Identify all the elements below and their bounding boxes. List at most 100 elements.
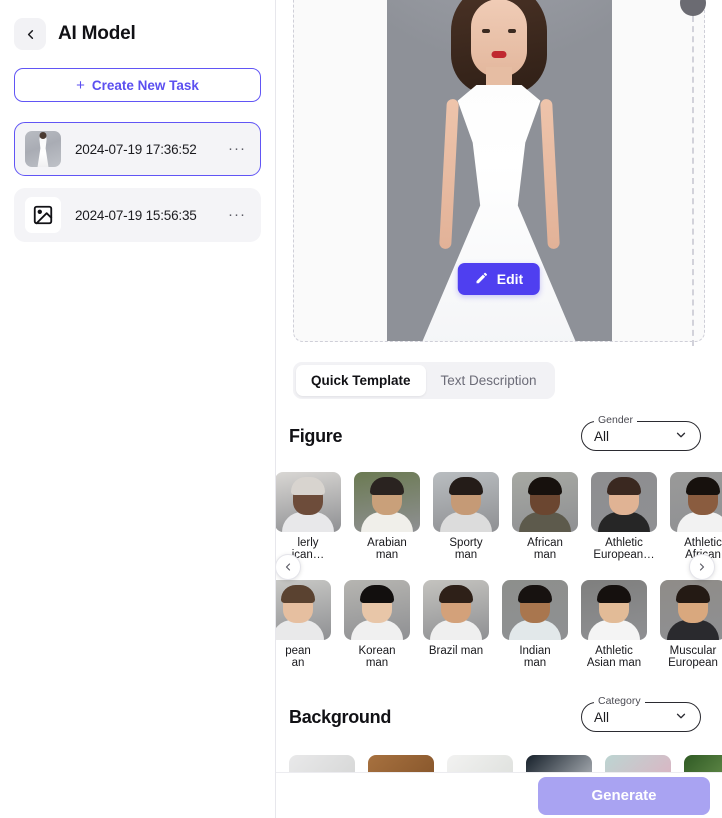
- figure-card-image: [581, 579, 647, 640]
- preview-eye-left: [482, 29, 490, 33]
- figure-card-image: [502, 579, 568, 640]
- figure-card-label: Athletic European…: [591, 537, 657, 562]
- background-card-image: [684, 755, 722, 772]
- task-list-item-1[interactable]: 2024-07-19 15:56:35 ···: [14, 188, 261, 242]
- tab-quick-template[interactable]: Quick Template: [296, 365, 426, 396]
- chevron-left-icon: [23, 27, 38, 42]
- main-scroll-area: Edit Quick Template Text Description Fig…: [276, 0, 722, 772]
- figure-card[interactable]: AthleticAfrican: [670, 472, 722, 562]
- figure-card-label-line2: man: [375, 549, 399, 562]
- generate-button[interactable]: Generate: [538, 776, 710, 815]
- figure-card-label-line2: European: [668, 657, 718, 670]
- figure-card-label-line2: Asian man: [586, 657, 642, 670]
- figure-card-image: [423, 579, 489, 640]
- figure-card[interactable]: Brazil man: [423, 579, 489, 670]
- figure-card-image: [512, 472, 578, 532]
- figure-card-label: Brazil man: [423, 645, 489, 657]
- background-card[interactable]: [605, 755, 671, 772]
- figure-carousel-prev[interactable]: [276, 554, 301, 580]
- figure-card[interactable]: Sporty man: [433, 472, 499, 562]
- category-select-label: Category: [594, 695, 645, 707]
- figure-card-image: [591, 472, 657, 532]
- image-dropzone[interactable]: Edit: [293, 0, 705, 342]
- figure-card-label-line2: man: [523, 657, 547, 670]
- figure-carousel-next[interactable]: [689, 554, 715, 580]
- background-card[interactable]: [368, 755, 434, 772]
- figure-card-label-line1: Athletic: [595, 644, 633, 657]
- category-select-value: All: [594, 709, 610, 725]
- background-section-header: Background Category All: [289, 695, 701, 732]
- tab-text-description[interactable]: Text Description: [426, 365, 552, 396]
- preview-arm-right: [539, 98, 560, 250]
- figure-card-label-line1: pean: [285, 644, 311, 657]
- background-card[interactable]: [289, 755, 355, 772]
- preview-arm-left: [438, 98, 459, 250]
- figure-section-header: Figure Gender All: [289, 414, 701, 451]
- background-card[interactable]: [526, 755, 592, 772]
- preview-face: [471, 0, 527, 77]
- background-carousel: [276, 755, 722, 772]
- page-title: AI Model: [58, 23, 136, 44]
- edit-button[interactable]: Edit: [457, 263, 541, 295]
- figure-card[interactable]: African man: [512, 472, 578, 562]
- background-card[interactable]: [684, 755, 722, 772]
- figure-card[interactable]: pean an: [276, 579, 331, 670]
- gender-select-value: All: [594, 428, 610, 444]
- figure-card[interactable]: Athletic European…: [591, 472, 657, 562]
- preview-lips: [491, 51, 507, 58]
- figure-row-2: pean an Korean man Brazil man Indian man Athlet…: [276, 579, 722, 670]
- figure-card-label-line1: Korean: [358, 644, 396, 657]
- back-button[interactable]: [14, 18, 46, 50]
- compare-slider-handle[interactable]: [680, 0, 706, 16]
- gender-select[interactable]: Gender All: [581, 414, 701, 451]
- figure-card-label-line1: Muscular: [669, 644, 717, 657]
- background-row: [276, 755, 722, 772]
- figure-card-label: Athletic Asian man: [581, 645, 647, 670]
- preview-dress: [420, 85, 578, 341]
- preview-eye-right: [508, 29, 516, 33]
- figure-card-label-line1: Brazil man: [428, 644, 484, 657]
- figure-card-label-line2: man: [533, 549, 557, 562]
- figure-carousel: lerly ican… Arabian man Sporty man African man A…: [276, 472, 722, 670]
- edit-button-label: Edit: [496, 271, 524, 287]
- background-card-image: [447, 755, 513, 772]
- figure-card-label-line1: African: [527, 537, 563, 549]
- task-list-item-0[interactable]: 2024-07-19 17:36:52 ···: [14, 122, 261, 176]
- figure-card-label-line1: Arabian: [367, 537, 407, 549]
- background-card-image: [289, 755, 355, 772]
- category-select[interactable]: Category All: [581, 695, 701, 732]
- task-thumbnail-dress: [25, 131, 61, 167]
- figure-card-image: [433, 472, 499, 532]
- figure-card-label: Muscular European: [660, 645, 722, 670]
- task-more-button[interactable]: ···: [228, 207, 250, 222]
- pencil-icon: [475, 271, 489, 288]
- figure-card[interactable]: Muscular European: [660, 579, 722, 670]
- task-more-button[interactable]: ···: [228, 141, 250, 156]
- figure-card-label: African man: [512, 537, 578, 562]
- compare-slider[interactable]: [676, 0, 710, 350]
- figure-card-label-line1: Athletic: [605, 537, 643, 549]
- figure-card-label: Indian man: [502, 645, 568, 670]
- footer-bar: Generate: [276, 772, 722, 818]
- gender-select-label: Gender: [594, 414, 638, 426]
- plus-icon: +: [76, 76, 85, 94]
- figure-card-label-line2: man: [454, 549, 478, 562]
- figure-row-1: lerly ican… Arabian man Sporty man African man A…: [276, 472, 722, 562]
- background-title: Background: [289, 706, 392, 727]
- create-new-task-button[interactable]: + Create New Task: [14, 68, 261, 102]
- figure-card-label: Arabian man: [354, 537, 420, 562]
- figure-card[interactable]: Arabian man: [354, 472, 420, 562]
- figure-card-image: [670, 472, 722, 532]
- figure-card-image: [344, 579, 410, 640]
- mode-tabs: Quick Template Text Description: [293, 362, 555, 399]
- figure-card[interactable]: lerly ican…: [276, 472, 341, 562]
- task-list: 2024-07-19 17:36:52 ··· 2024-07-19 15:56…: [14, 122, 261, 242]
- figure-card[interactable]: Korean man: [344, 579, 410, 670]
- figure-card-label-line1: Sporty: [449, 537, 483, 549]
- background-card[interactable]: [447, 755, 513, 772]
- figure-card[interactable]: Athletic Asian man: [581, 579, 647, 670]
- figure-card-label-line1: Indian: [519, 644, 551, 657]
- figure-card[interactable]: Indian man: [502, 579, 568, 670]
- figure-card-label: Sporty man: [433, 537, 499, 562]
- figure-card-label: pean an: [276, 645, 331, 670]
